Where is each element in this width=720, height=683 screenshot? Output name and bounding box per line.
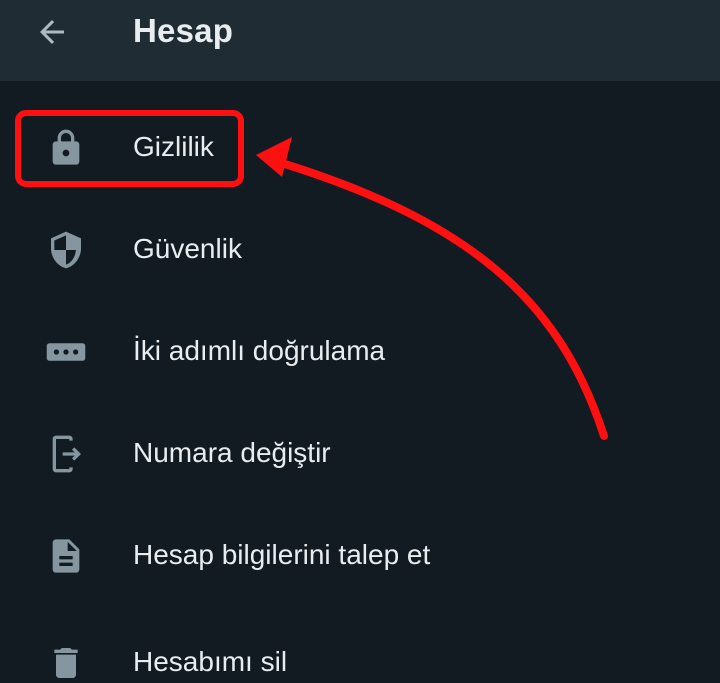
menu-item-security[interactable]: Güvenlik	[0, 199, 720, 301]
menu-item-label: Numara değiştir	[133, 437, 331, 468]
password-dots-icon	[44, 330, 88, 374]
menu-item-label: Hesabımı sil	[133, 646, 288, 677]
menu-item-label: İki adımlı doğrulama	[133, 335, 386, 366]
lock-icon	[44, 126, 88, 170]
menu-item-change-number[interactable]: Numara değiştir	[0, 403, 720, 505]
shield-icon	[44, 228, 88, 272]
change-number-icon	[44, 432, 88, 476]
back-button[interactable]	[28, 8, 76, 56]
arrow-left-icon	[40, 20, 64, 44]
document-icon	[44, 534, 88, 578]
menu-item-request-account-info[interactable]: Hesap bilgilerini talep et	[0, 505, 720, 607]
menu-item-two-step-verification[interactable]: İki adımlı doğrulama	[0, 301, 720, 403]
account-settings-screen: Hesap Gizlilik Güvenlik İki adımlı doğru…	[0, 0, 720, 683]
menu-item-delete-account[interactable]: Hesabımı sil	[0, 607, 720, 683]
page-title: Hesap	[133, 12, 234, 49]
menu-item-label: Gizlilik	[133, 131, 214, 162]
app-bar: Hesap	[0, 0, 720, 81]
menu-item-privacy[interactable]: Gizlilik	[0, 97, 720, 199]
menu-item-label: Güvenlik	[133, 233, 242, 264]
menu-item-label: Hesap bilgilerini talep et	[133, 539, 431, 570]
trash-icon	[44, 641, 88, 683]
